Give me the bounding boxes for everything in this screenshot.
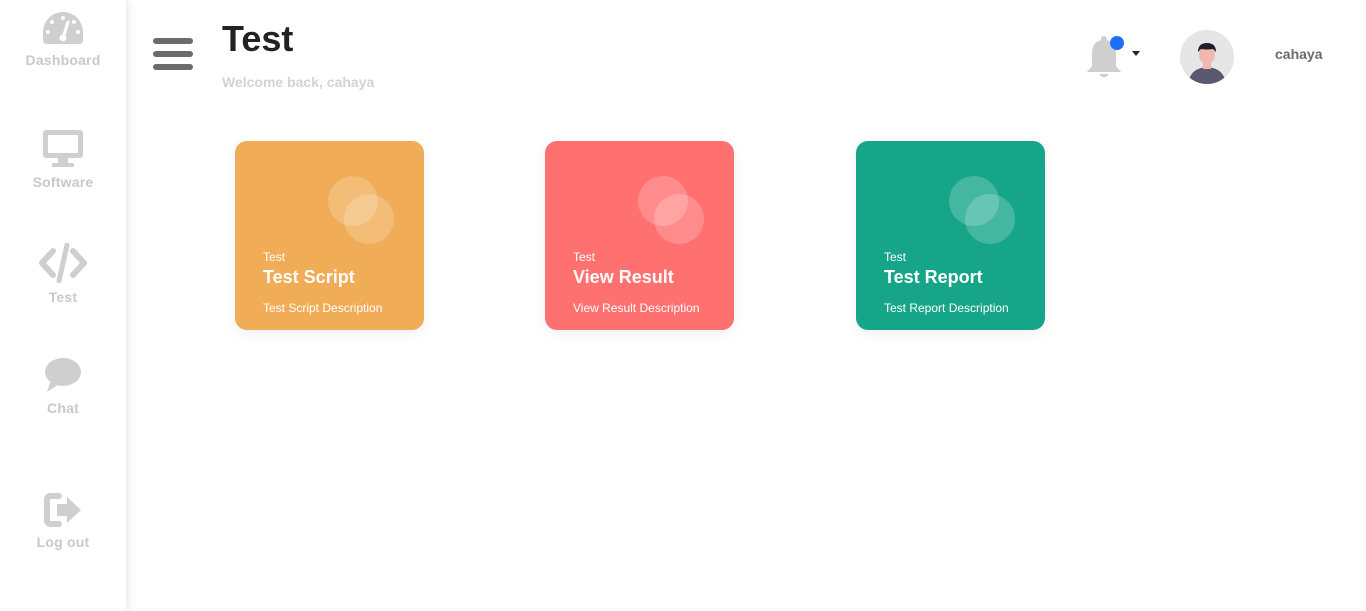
sidebar: Dashboard Software Test Chat Log out [0, 0, 126, 611]
sidebar-item-test[interactable]: Test [0, 243, 126, 305]
sidebar-item-label: Test [48, 289, 78, 305]
chat-bubble-icon [45, 358, 81, 392]
sidebar-item-label: Software [32, 174, 94, 190]
card-title: Test Report [884, 267, 983, 287]
test-report-card[interactable]: Test Test Report Test Report Description [856, 141, 1045, 330]
hamburger-bar [153, 64, 193, 70]
hamburger-menu-button[interactable] [153, 38, 195, 76]
view-result-card[interactable]: Test View Result View Result Description [545, 141, 734, 330]
welcome-text: Welcome back, cahaya [222, 74, 375, 90]
card-description: Test Report Description [884, 301, 1009, 315]
card-description: View Result Description [573, 301, 700, 315]
username-label[interactable]: cahaya [1275, 46, 1322, 62]
card-kicker: Test [884, 250, 907, 264]
dashboard-gauge-icon [43, 12, 83, 44]
decorative-circle [654, 194, 704, 244]
logout-icon [44, 493, 81, 527]
test-script-card[interactable]: Test Test Script Test Script Description [235, 141, 424, 330]
user-avatar-illustration [1180, 30, 1234, 84]
sidebar-item-label: Chat [47, 400, 79, 416]
card-title: Test Script [263, 267, 355, 287]
decorative-circle [965, 194, 1015, 244]
caret-down-icon[interactable] [1132, 51, 1140, 56]
sidebar-item-dashboard[interactable]: Dashboard [0, 10, 126, 68]
sidebar-item-label: Dashboard [25, 52, 101, 68]
sidebar-item-logout[interactable]: Log out [0, 492, 126, 550]
code-icon [39, 243, 87, 283]
hamburger-bar [153, 51, 193, 57]
card-title: View Result [573, 267, 674, 287]
page-title: Test [222, 18, 294, 59]
card-description: Test Script Description [263, 301, 383, 315]
notification-dot [1110, 36, 1124, 50]
sidebar-item-label: Log out [36, 534, 90, 550]
decorative-circle [344, 194, 394, 244]
monitor-icon [43, 130, 83, 167]
card-kicker: Test [573, 250, 596, 264]
hamburger-bar [153, 38, 193, 44]
card-kicker: Test [263, 250, 286, 264]
sidebar-item-software[interactable]: Software [0, 128, 126, 190]
sidebar-item-chat[interactable]: Chat [0, 356, 126, 416]
avatar[interactable] [1180, 30, 1234, 84]
